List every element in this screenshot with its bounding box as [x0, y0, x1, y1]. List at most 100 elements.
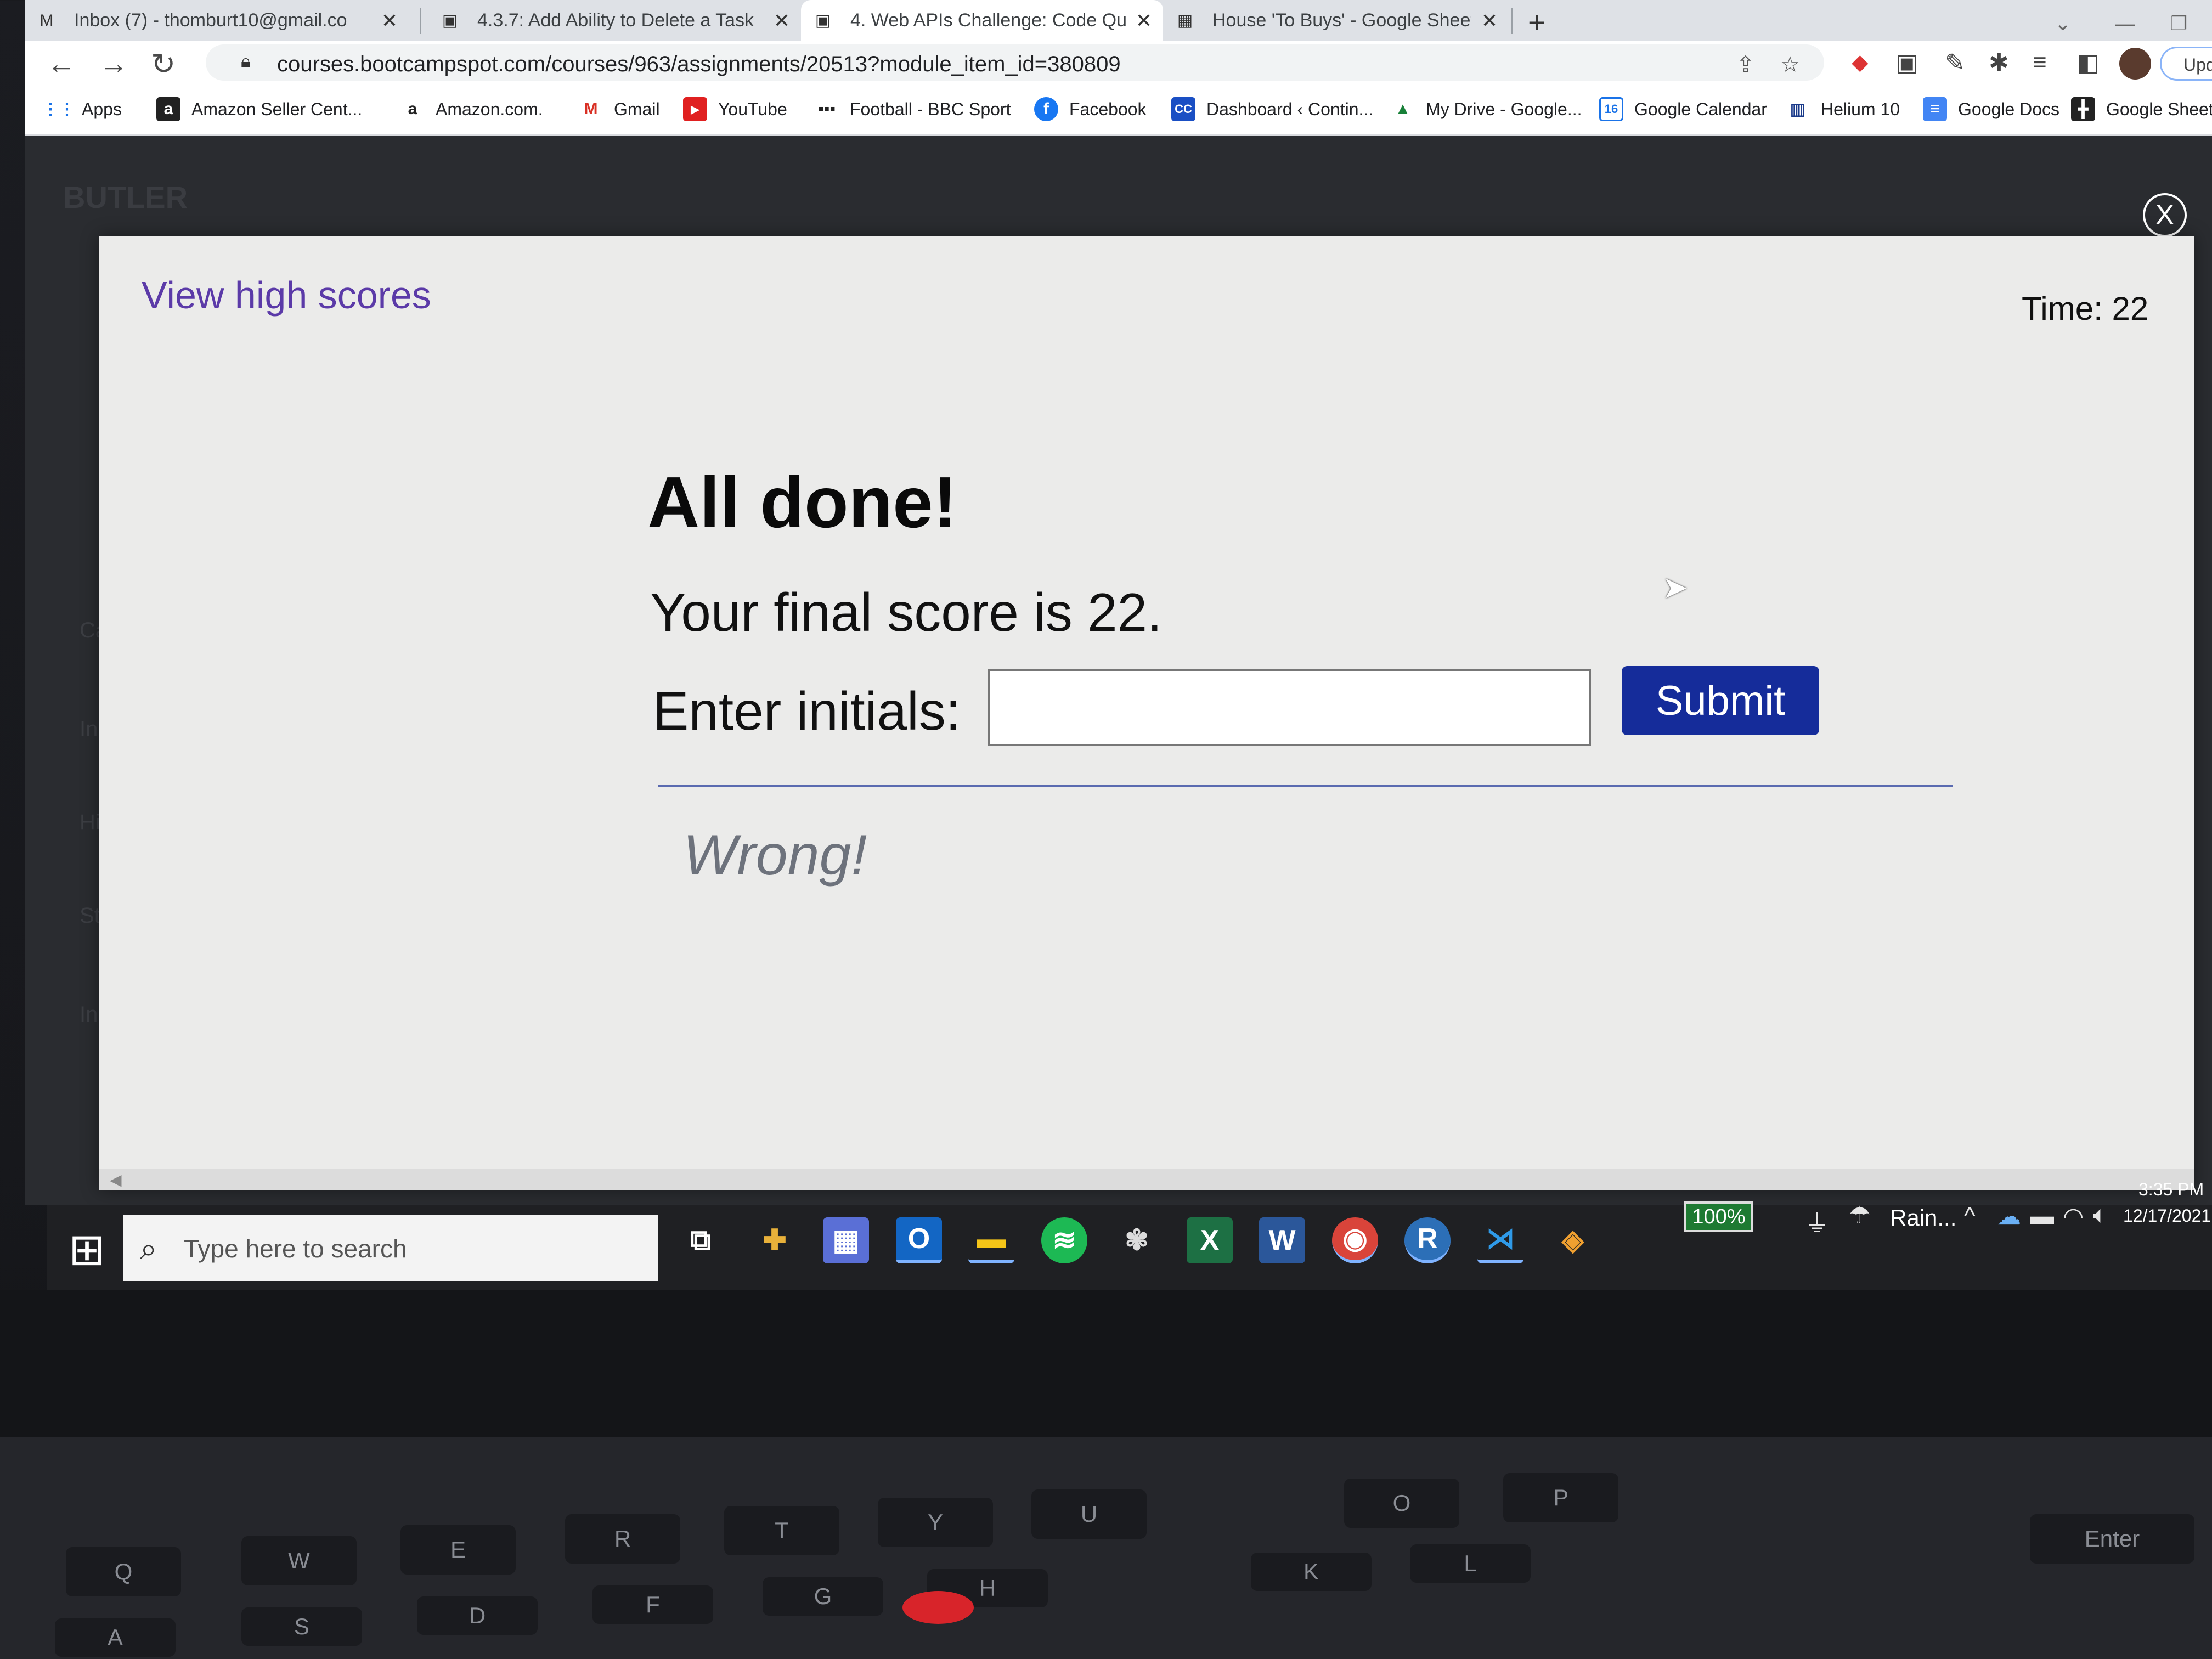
bookmark-google-sheets[interactable]: ╋ Google Sheets [2071, 97, 2212, 121]
tab-add-delete-task[interactable]: ▣ 4.3.7: Add Ability to Delete a Task ✕ [428, 0, 801, 41]
bookmark-helium-10[interactable]: ▥ Helium 10 [1786, 97, 1900, 121]
clock-date[interactable]: 12/17/2021 [2123, 1206, 2211, 1226]
tab-inbox[interactable]: M Inbox (7) - thomburt10@gmail.co ✕ [25, 0, 409, 41]
bookmark-bbc-sport[interactable]: ▪▪▪ Football - BBC Sport [815, 97, 1011, 121]
browser-toolbar: ← → ↻ 🔒︎ courses.bootcampspot.com/course… [25, 41, 2212, 86]
extension-icon[interactable]: ⬥ [1852, 49, 1869, 76]
keyboard-key: Q [66, 1547, 181, 1596]
horizontal-scrollbar[interactable]: ◀ [99, 1169, 2194, 1190]
laptop-bezel [0, 1290, 2212, 1455]
bookmark-amazon-seller[interactable]: a Amazon Seller Cent... [156, 97, 362, 121]
bookmark-gmail[interactable]: M Gmail [579, 97, 660, 121]
bookmark-star-icon[interactable]: ☆ [1780, 52, 1800, 77]
browser-tab-bar: M Inbox (7) - thomburt10@gmail.co ✕ ▣ 4.… [25, 0, 2212, 41]
bookmark-google-calendar[interactable]: 16 Google Calendar [1599, 97, 1767, 121]
back-icon[interactable]: ← [47, 47, 76, 81]
final-score-text: Your final score is 22. [650, 582, 1163, 642]
outlook-icon[interactable]: O [896, 1217, 942, 1263]
windows-taskbar: ⊞ ⌕ Type here to search ⧉ ✚ ▦ O ▬ ≋ ✾ X … [47, 1205, 2212, 1290]
keyboard-key: R [565, 1514, 680, 1564]
search-icon: ⌕ [140, 1231, 157, 1266]
task-view-icon[interactable]: ⧉ [678, 1217, 724, 1263]
word-icon[interactable]: W [1259, 1217, 1305, 1263]
tab-search-icon[interactable]: ⌄ [2055, 12, 2071, 35]
profile-avatar[interactable] [2119, 48, 2151, 80]
bookmark-dashboard[interactable]: CC Dashboard ‹ Contin... [1171, 97, 1373, 121]
side-panel-icon[interactable]: ◧ [2076, 49, 2100, 77]
quiz-modal: View high scores Time: 22 All done! Your… [99, 236, 2194, 1190]
amazon-seller-icon: a [156, 97, 180, 121]
vscode-icon[interactable]: ⋊ [1477, 1217, 1523, 1263]
keyboard-key: K [1251, 1553, 1372, 1591]
chrome-icon[interactable]: ◉ [1332, 1217, 1378, 1263]
update-button[interactable]: Upda [2160, 47, 2212, 81]
onedrive-cloud-icon[interactable]: ☁ [1997, 1203, 2021, 1231]
umbrella-icon[interactable]: ☂ [1849, 1201, 1870, 1229]
spotify-icon[interactable]: ≋ [1041, 1217, 1087, 1263]
weather-text[interactable]: Rain... [1890, 1205, 1956, 1231]
chevron-up-icon[interactable]: ^ [1964, 1203, 1976, 1230]
bookmarks-bar: ⋮⋮ Apps a Amazon Seller Cent... a Amazon… [25, 86, 2212, 136]
submit-button[interactable]: Submit [1622, 666, 1819, 735]
youtube-icon: ▶ [683, 97, 707, 121]
excel-icon[interactable]: X [1187, 1217, 1233, 1263]
tab-google-sheets[interactable]: ▦ House 'To Buys' - Google Sheets ✕ [1163, 0, 1509, 41]
sketch-icon[interactable]: ✾ [1114, 1217, 1160, 1263]
battery-indicator[interactable]: 100% [1684, 1201, 1753, 1232]
file-explorer-icon[interactable]: ▬ [968, 1217, 1014, 1263]
bookmark-apps[interactable]: ⋮⋮ Apps [42, 97, 122, 121]
git-icon[interactable]: ◈ [1550, 1217, 1596, 1263]
sheets-icon: ╋ [2071, 97, 2095, 121]
power-plug-icon: ⏚ [1805, 1210, 1829, 1237]
initials-input[interactable] [988, 669, 1591, 746]
calendar-icon: 16 [1599, 97, 1623, 121]
volume-icon[interactable]: 🔈︎ [2093, 1201, 2107, 1229]
keyboard-key: D [417, 1596, 538, 1635]
reload-icon[interactable]: ↻ [151, 47, 176, 81]
close-tab-icon[interactable]: ✕ [774, 9, 790, 32]
reading-list-icon[interactable]: ≡ [2033, 49, 2047, 76]
windows-start-icon[interactable]: ⊞ [69, 1224, 105, 1275]
keyboard-key: F [592, 1585, 713, 1624]
close-modal-button[interactable]: X [2143, 193, 2187, 237]
view-high-scores-link[interactable]: View high scores [142, 273, 431, 317]
url-text[interactable]: courses.bootcampspot.com/courses/963/ass… [277, 52, 1121, 77]
share-icon[interactable]: ⇪ [1736, 52, 1755, 77]
keyboard-key: L [1410, 1544, 1531, 1583]
keyboard-key: T [724, 1506, 839, 1555]
bookmark-facebook[interactable]: f Facebook [1034, 97, 1147, 121]
bookmark-my-drive[interactable]: ▲ My Drive - Google... [1391, 97, 1582, 121]
wifi-icon[interactable]: ◠ [2063, 1203, 2084, 1231]
keyboard-key: Enter [2030, 1514, 2194, 1564]
calculator-icon[interactable]: ▦ [823, 1217, 869, 1263]
minimize-icon[interactable]: — [2115, 12, 2135, 35]
scroll-left-icon[interactable]: ◀ [110, 1171, 122, 1189]
taskbar-search-box[interactable]: ⌕ Type here to search [123, 1215, 658, 1281]
close-tab-icon[interactable]: ✕ [381, 9, 398, 32]
facebook-icon: f [1034, 97, 1058, 121]
extensions-puzzle-icon[interactable]: ✱ [1989, 49, 2009, 77]
restore-icon[interactable]: ❐ [2170, 12, 2187, 35]
pen-extension-icon[interactable]: ✎ [1945, 49, 1965, 77]
bookmark-amazon[interactable]: a Amazon.com. [400, 97, 543, 121]
bootcamp-icon: ▣ [815, 12, 831, 30]
slack-icon[interactable]: ✚ [752, 1217, 798, 1263]
close-tab-icon[interactable]: ✕ [1481, 9, 1498, 32]
r-icon[interactable]: R [1404, 1217, 1451, 1263]
bookmark-youtube[interactable]: ▶ YouTube [683, 97, 787, 121]
clock-time[interactable]: 3:35 PM [2138, 1180, 2204, 1200]
new-tab-icon[interactable]: + [1528, 4, 1546, 40]
tab-code-quiz[interactable]: ▣ 4. Web APIs Challenge: Code Quiz ✕ [801, 0, 1163, 41]
amazon-icon: a [408, 100, 417, 118]
mouse-cursor-icon: ➤ [1662, 570, 1688, 605]
backdrop-nav-label: In [80, 717, 98, 741]
forward-icon[interactable]: → [99, 47, 128, 81]
address-bar[interactable]: 🔒︎ courses.bootcampspot.com/courses/963/… [206, 44, 1824, 81]
bookmark-google-docs[interactable]: ≡ Google Docs [1923, 97, 2059, 121]
close-tab-icon[interactable]: ✕ [1136, 9, 1152, 32]
answer-result-text: Wrong! [683, 823, 867, 887]
js-extension-icon[interactable]: ▣ [1895, 49, 1918, 77]
keyboard-tray-icon[interactable]: ▬ [2030, 1203, 2054, 1230]
tab-separator [420, 8, 421, 34]
keyboard-key: E [400, 1525, 516, 1575]
